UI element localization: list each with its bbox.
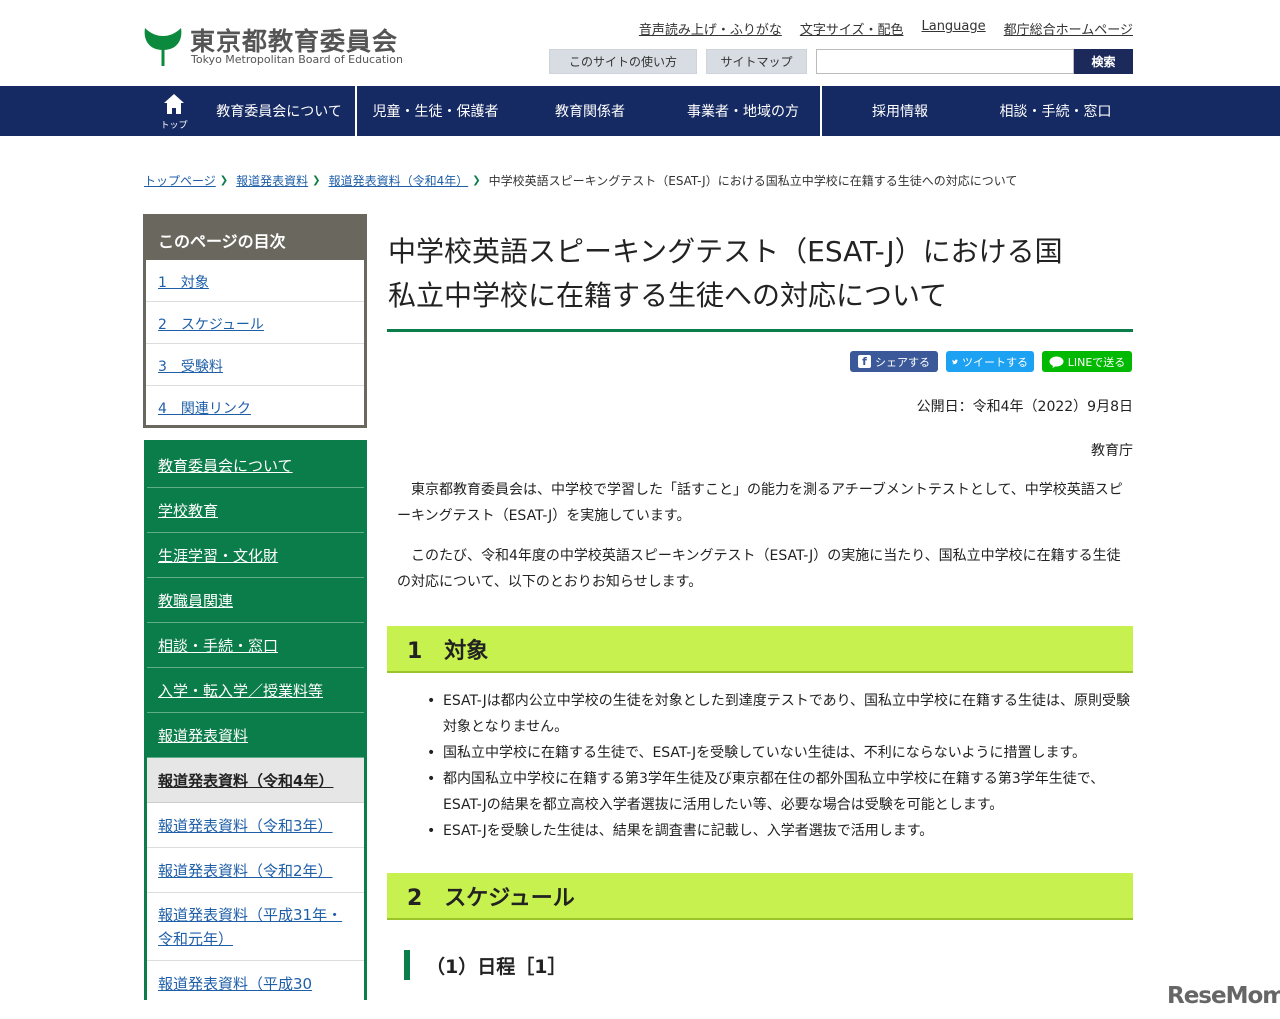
sidenav-item: 生涯学習・文化財 [147,533,364,578]
breadcrumb: トップページ ❯ 報道発表資料 ❯ 報道発表資料（令和4年） ❯ 中学校英語スピーキン… [144,172,1017,189]
sitemap-button[interactable]: サイトマップ [706,49,807,74]
toc-link-links[interactable]: 4 関連リンク [158,401,251,417]
line-chat-icon [1049,356,1064,368]
sidenav-link-consult[interactable]: 相談・手続・窓口 [158,635,278,656]
sidenav-item: 報道発表資料（令和2年） [147,848,364,893]
ginkgo-logo-icon [144,28,182,66]
section-heading-target: 1 対象 [387,626,1133,673]
section-heading-schedule: 2 スケジュール [387,873,1133,920]
text-size-link[interactable]: 文字サイズ・配色 [800,19,904,38]
toc-link-schedule[interactable]: 2 スケジュール [158,317,264,333]
site-logo[interactable]: 東京都教育委員会 Tokyo Metropolitan Board of Edu… [143,22,413,72]
target-bullet-list: ESAT-Jは都内公立中学校の生徒を対象とした到達度テストであり、国私立中学校に… [427,688,1133,844]
sidenav-item: 教育委員会について [147,443,364,488]
twitter-share-label: ツイートする [962,355,1028,369]
gnav-home[interactable]: トップ [158,93,190,133]
language-link[interactable]: Language [921,19,985,38]
sidenav-link-press-h31[interactable]: 報道発表資料（平成31年・令和元年） [158,903,353,951]
facebook-share-label: シェアする [875,355,930,369]
twitter-bird-icon [952,359,958,364]
publish-date: 公開日：令和4年（2022）9月8日 [916,399,1133,415]
toc-link-fee[interactable]: 3 受験料 [158,359,223,375]
chevron-right-icon: ❯ [312,175,321,186]
line-share-button[interactable]: LINEで送る [1042,351,1132,372]
sidenav-link-press-r4[interactable]: 報道発表資料（令和4年） [158,770,333,791]
gnav-businesses-community[interactable]: 事業者・地域の方 [666,86,820,136]
logo-english-text: Tokyo Metropolitan Board of Education [191,53,403,66]
sidenav-item-current: 報道発表資料（令和4年） [147,758,364,803]
sidenav-link-admission[interactable]: 入学・転入学／授業料等 [158,680,323,701]
main-content: 中学校英語スピーキングテスト（ESAT-J）における国 私立中学校に在籍する生徒… [387,230,1133,980]
line-share-label: LINEで送る [1067,355,1126,369]
home-label: トップ [160,121,188,131]
gnav-board-about[interactable]: 教育委員会について [205,86,353,136]
sidenav-item: 報道発表資料（平成31年・令和元年） [147,893,364,961]
page-title-line1: 中学校英語スピーキングテスト（ESAT-J）における国 [388,235,1063,268]
sidenav-item: 報道発表資料（令和3年） [147,803,364,848]
breadcrumb-current: 中学校英語スピーキングテスト（ESAT-J）における国私立中学校に在籍する生徒へ… [488,174,1018,188]
gnav-recruitment[interactable]: 採用情報 [822,86,978,136]
sidenav-item: 教職員関連 [147,578,364,623]
subsection-heading-dates: （1）日程［1］ [404,950,566,980]
list-item: ESAT-Jを受験した生徒は、結果を調査書に記載し、入学者選抜で活用します。 [427,818,1133,844]
lead-paragraph: このたび、令和4年度の中学校英語スピーキングテスト（ESAT-J）の実施に当たり… [397,548,1121,590]
sidenav-link-press-r2[interactable]: 報道発表資料（令和2年） [158,860,333,881]
share-buttons: f シェアする ツイートする LINEで送る [850,351,1132,372]
home-icon [164,94,184,114]
breadcrumb-press-r4[interactable]: 報道発表資料（令和4年） [329,172,469,189]
toc-link-target[interactable]: 1 対象 [158,275,209,291]
sidenav-link-press-h30[interactable]: 報道発表資料（平成30 [158,973,312,994]
toc-title: このページの目次 [146,217,364,260]
toc-item: 3 受験料 [146,344,364,386]
list-item: 都内国私立中学校に在籍する第3学年生徒及び東京都在住の都外国私立中学校に在籍する… [427,766,1133,818]
side-nav: 教育委員会について 学校教育 生涯学習・文化財 教職員関連 相談・手続・窓口 入… [144,440,367,1000]
search-button[interactable]: 検索 [1074,49,1133,74]
gnav-consultation[interactable]: 相談・手続・窓口 [978,86,1133,136]
lead-paragraph: 東京都教育委員会は、中学校で学習した「話すこと」の能力を測るアチーブメントテスト… [397,482,1123,524]
page-title-line2: 私立中学校に在籍する生徒への対応について [388,279,948,312]
global-nav: 教育委員会について 児童・生徒・保護者 教育関係者 事業者・地域の方 採用情報 … [0,86,1280,136]
department: 教育庁 [1091,443,1133,459]
read-aloud-link[interactable]: 音声読み上げ・ふりがな [639,19,782,38]
toc-item: 1 対象 [146,260,364,302]
facebook-share-button[interactable]: f シェアする [850,351,938,372]
toc-item: 4 関連リンク [146,386,364,428]
list-item: 国私立中学校に在籍する生徒で、ESAT-Jを受験していない生徒は、不利にならない… [427,740,1133,766]
sidenav-link-press-r3[interactable]: 報道発表資料（令和3年） [158,815,333,836]
sidenav-link-board[interactable]: 教育委員会について [158,455,293,476]
lead-text: 東京都教育委員会は、中学校で学習した「話すこと」の能力を測るアチーブメントテスト… [397,477,1125,609]
sidenav-item: 報道発表資料（平成30 [147,961,364,1000]
page-title: 中学校英語スピーキングテスト（ESAT-J）における国 私立中学校に在籍する生徒… [387,230,1133,332]
breadcrumb-top[interactable]: トップページ [144,172,216,189]
resemom-watermark: ReseMom [1167,983,1280,1009]
sidenav-link-staff[interactable]: 教職員関連 [158,590,233,611]
sidenav-link-school[interactable]: 学校教育 [158,500,218,521]
sidenav-item: 学校教育 [147,488,364,533]
search-input[interactable] [816,49,1074,74]
sidenav-link-press[interactable]: 報道発表資料 [158,725,248,746]
sidenav-link-lifelong[interactable]: 生涯学習・文化財 [158,545,278,566]
chevron-right-icon: ❯ [219,175,229,186]
sidenav-item: 報道発表資料 [147,713,364,758]
gnav-educators[interactable]: 教育関係者 [514,86,666,136]
sidenav-item: 入学・転入学／授業料等 [147,668,364,713]
site-usage-button[interactable]: このサイトの使い方 [549,49,697,74]
utility-links: 音声読み上げ・ふりがな 文字サイズ・配色 Language 都庁総合ホームページ [639,19,1133,38]
twitter-share-button[interactable]: ツイートする [946,351,1034,372]
gnav-students-parents[interactable]: 児童・生徒・保護者 [357,86,514,136]
breadcrumb-press[interactable]: 報道発表資料 [236,172,308,189]
page-toc: このページの目次 1 対象 2 スケジュール 3 受験料 4 関連リンク [143,214,367,428]
sidenav-item: 相談・手続・窓口 [147,623,364,668]
chevron-right-icon: ❯ [472,175,481,186]
list-item: ESAT-Jは都内公立中学校の生徒を対象とした到達度テストであり、国私立中学校に… [427,688,1133,740]
metro-homepage-link[interactable]: 都庁総合ホームページ [1004,19,1133,38]
toc-item: 2 スケジュール [146,302,364,344]
facebook-icon: f [858,355,871,368]
